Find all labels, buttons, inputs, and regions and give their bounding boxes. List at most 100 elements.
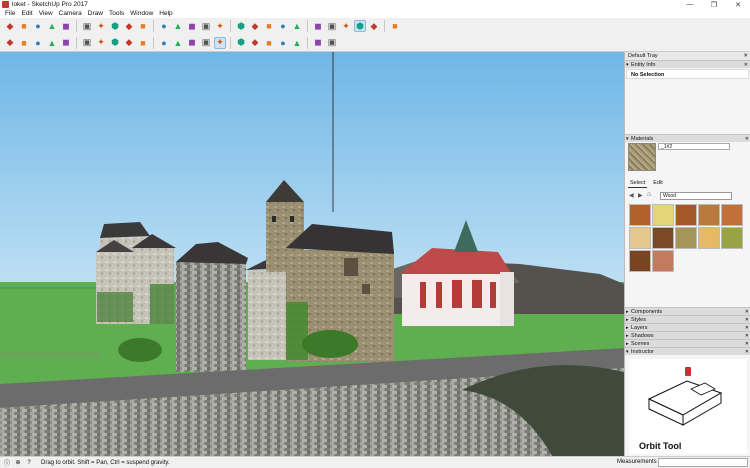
warehouse-red-icon[interactable]: ● bbox=[277, 37, 289, 49]
zoom-icon[interactable]: ◆ bbox=[249, 37, 261, 49]
shaded-icon[interactable]: ◼ bbox=[312, 20, 324, 32]
pencil-icon[interactable]: ● bbox=[32, 37, 44, 49]
tab-select[interactable]: Select bbox=[628, 179, 648, 188]
tape-icon[interactable]: ▲ bbox=[172, 37, 184, 49]
material-preview-swatch[interactable] bbox=[628, 143, 656, 171]
scale-icon[interactable]: ■ bbox=[137, 37, 149, 49]
right-view-icon[interactable]: ▣ bbox=[200, 20, 212, 32]
xray-icon[interactable]: ◆ bbox=[249, 20, 261, 32]
material-swatch[interactable] bbox=[629, 250, 651, 272]
menu-draw[interactable]: Draw bbox=[85, 9, 106, 18]
undo-icon[interactable]: ⬢ bbox=[109, 20, 121, 32]
info-icon[interactable]: ⓘ bbox=[3, 459, 11, 467]
material-swatch[interactable] bbox=[721, 227, 743, 249]
warehouse-icon[interactable]: ■ bbox=[18, 20, 30, 32]
menu-edit[interactable]: Edit bbox=[18, 9, 35, 18]
panel-header-materials[interactable]: Materials ✕ bbox=[625, 134, 750, 143]
material-swatch[interactable] bbox=[721, 204, 743, 226]
save-icon[interactable]: ● bbox=[32, 20, 44, 32]
material-swatch[interactable] bbox=[652, 250, 674, 272]
orbit-icon[interactable]: ✦ bbox=[214, 36, 226, 49]
menu-tools[interactable]: Tools bbox=[106, 9, 127, 18]
material-swatch[interactable] bbox=[629, 204, 651, 226]
sandbox-icon[interactable]: ◆ bbox=[368, 20, 380, 32]
move-icon[interactable]: ⬢ bbox=[109, 37, 121, 49]
panel-header-styles[interactable]: Styles✕ bbox=[625, 315, 750, 324]
panel-close-icon[interactable]: ✕ bbox=[744, 61, 748, 69]
window-title: loket - SketchUp Pro 2017 bbox=[12, 1, 88, 8]
rotate-icon[interactable]: ◆ bbox=[123, 37, 135, 49]
erase-icon[interactable]: ▣ bbox=[81, 20, 93, 32]
wireframe-icon[interactable]: ● bbox=[277, 20, 289, 32]
material-swatch[interactable] bbox=[675, 204, 697, 226]
panel-header-entity-info[interactable]: Entity Info ✕ bbox=[625, 60, 750, 69]
panel-header-components[interactable]: Components✕ bbox=[625, 307, 750, 316]
cut-icon[interactable]: ▲ bbox=[46, 20, 58, 32]
paint-icon[interactable]: ▣ bbox=[200, 37, 212, 49]
shadow-icon[interactable]: ■ bbox=[389, 20, 401, 32]
menu-help[interactable]: Help bbox=[156, 9, 175, 18]
pushpull-icon[interactable]: ▣ bbox=[81, 37, 93, 49]
menu-bar: File Edit View Camera Draw Tools Window … bbox=[0, 9, 750, 18]
geo-icon[interactable]: ▣ bbox=[326, 37, 338, 49]
front-view-icon[interactable]: ◼ bbox=[186, 20, 198, 32]
back-icon[interactable]: ◀ bbox=[629, 192, 634, 199]
arc-icon[interactable]: ▲ bbox=[46, 37, 58, 49]
back-view-icon[interactable]: ✦ bbox=[214, 20, 226, 32]
panel-header-scenes[interactable]: Scenes✕ bbox=[625, 339, 750, 348]
ruby-icon[interactable]: ◼ bbox=[312, 37, 324, 49]
back-edges-icon[interactable]: ■ bbox=[263, 20, 275, 32]
panel-close-icon[interactable]: ✕ bbox=[745, 348, 749, 356]
top-view-icon[interactable]: ▲ bbox=[172, 20, 184, 32]
panel-header-instructor[interactable]: Instructor ✕ bbox=[625, 347, 750, 356]
panel-close-icon[interactable]: ✕ bbox=[745, 135, 749, 143]
material-swatch[interactable] bbox=[698, 204, 720, 226]
model-viewport[interactable] bbox=[0, 52, 624, 456]
toolbar-separator bbox=[230, 36, 231, 49]
extension-icon[interactable]: ▲ bbox=[291, 37, 303, 49]
material-swatch[interactable] bbox=[629, 227, 651, 249]
material-swatch[interactable] bbox=[698, 227, 720, 249]
maximize-button[interactable]: ❐ bbox=[702, 0, 726, 9]
close-button[interactable]: ✕ bbox=[726, 0, 750, 9]
monochrome-icon[interactable]: ✦ bbox=[340, 20, 352, 32]
copy-icon[interactable]: ◼ bbox=[60, 20, 72, 32]
menu-file[interactable]: File bbox=[2, 9, 18, 18]
menu-window[interactable]: Window bbox=[127, 9, 156, 18]
panel-header-shadows[interactable]: Shadows✕ bbox=[625, 331, 750, 340]
tray-close-icon[interactable]: ✕ bbox=[743, 52, 748, 60]
material-swatch[interactable] bbox=[675, 227, 697, 249]
measurements-field[interactable] bbox=[658, 458, 748, 467]
geo-location-icon[interactable]: ⊕ bbox=[14, 459, 22, 467]
offset-icon[interactable]: ● bbox=[158, 37, 170, 49]
help-icon[interactable]: ? bbox=[25, 459, 33, 467]
text-icon[interactable]: ◼ bbox=[186, 37, 198, 49]
forward-icon[interactable]: ▶ bbox=[638, 192, 643, 199]
menu-view[interactable]: View bbox=[36, 9, 56, 18]
collection-dropdown[interactable]: Wood bbox=[660, 192, 732, 200]
material-swatch[interactable] bbox=[652, 204, 674, 226]
home-icon[interactable]: ⌂ bbox=[647, 191, 651, 198]
iso-view-icon[interactable]: ● bbox=[158, 20, 170, 32]
textured-icon[interactable]: ▣ bbox=[326, 20, 338, 32]
print-icon[interactable]: ■ bbox=[137, 20, 149, 32]
followme-icon[interactable]: ✦ bbox=[95, 37, 107, 49]
panel-header-layers[interactable]: Layers✕ bbox=[625, 323, 750, 332]
menu-camera[interactable]: Camera bbox=[56, 9, 85, 18]
material-swatch[interactable] bbox=[652, 227, 674, 249]
redo-icon[interactable]: ◆ bbox=[123, 20, 135, 32]
rectangle-icon[interactable]: ◼ bbox=[60, 37, 72, 49]
minimize-button[interactable]: — bbox=[678, 0, 702, 9]
component-icon[interactable]: ◆ bbox=[4, 20, 16, 32]
zoom-extents-icon[interactable]: ■ bbox=[263, 37, 275, 49]
eraser-icon[interactable]: ■ bbox=[18, 37, 30, 49]
tab-edit[interactable]: Edit bbox=[651, 179, 664, 188]
model-info-icon[interactable]: ⬢ bbox=[354, 20, 366, 32]
hidden-line-icon[interactable]: ▲ bbox=[291, 20, 303, 32]
select-icon[interactable]: ◆ bbox=[4, 37, 16, 49]
left-view-icon[interactable]: ⬢ bbox=[235, 20, 247, 32]
pan-icon[interactable]: ⬢ bbox=[235, 37, 247, 49]
paste-icon[interactable]: ✦ bbox=[95, 20, 107, 32]
material-name-field[interactable]: _1#2 bbox=[658, 143, 730, 150]
tray-title-label: Default Tray bbox=[628, 53, 658, 59]
